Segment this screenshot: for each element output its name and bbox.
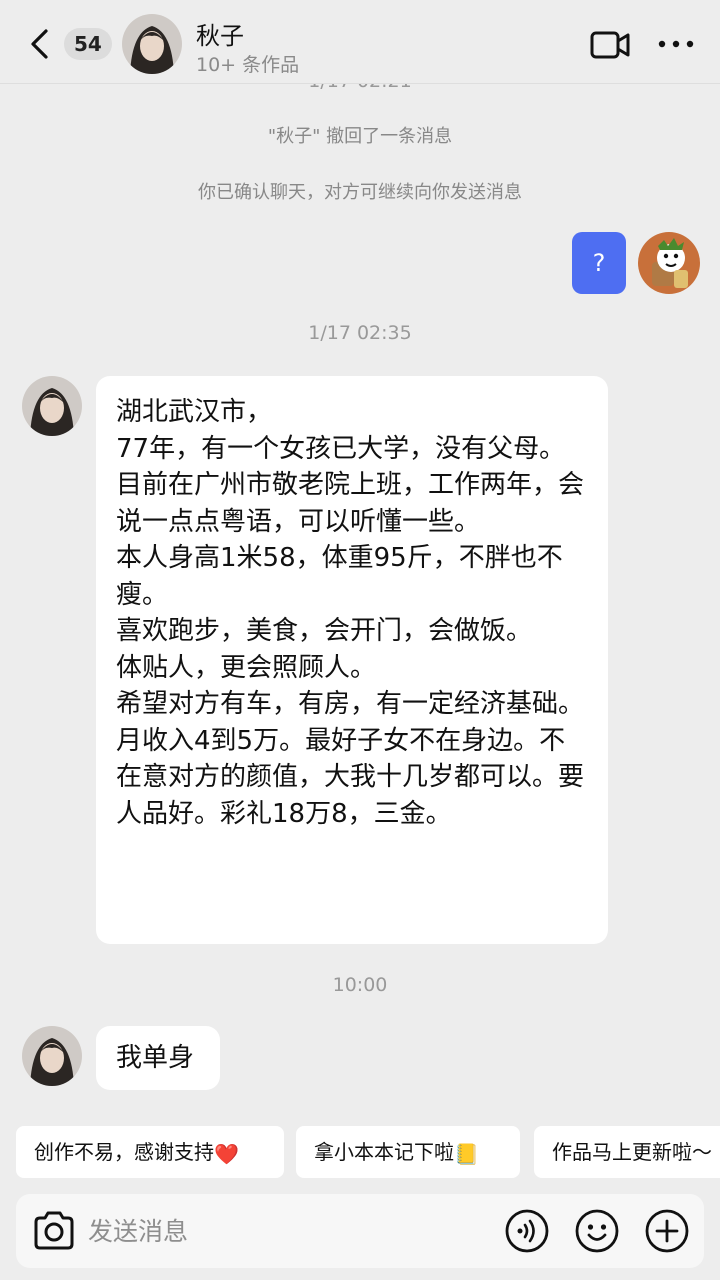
unread-count-badge[interactable]: 54 [64, 28, 112, 60]
message-line: 77年，有一个女孩已大学，没有父母。 [116, 433, 566, 464]
message-timestamp: 10:00 [332, 974, 388, 996]
received-message-bubble[interactable]: 湖北武汉市， 77年，有一个女孩已大学，没有父母。 目前在广州市敬老院上班，工作… [96, 376, 608, 944]
quick-reply-chip[interactable]: 作品马上更新啦～ [534, 1126, 720, 1178]
voice-icon[interactable] [504, 1208, 550, 1254]
heart-icon: ❤️ [214, 1141, 239, 1166]
message-line: 喜欢跑步，美食，会开门，会做饭。 [116, 616, 533, 646]
contact-works-count[interactable]: 10+ 条作品 [196, 50, 299, 77]
emoji-icon[interactable] [574, 1208, 620, 1254]
contact-name[interactable]: 秋子 [196, 16, 244, 51]
my-avatar[interactable] [638, 232, 700, 294]
quick-reply-label: 拿小本本记下啦 [314, 1140, 454, 1164]
message-input[interactable] [88, 1208, 488, 1254]
peer-avatar[interactable] [22, 376, 82, 436]
plus-icon[interactable] [644, 1208, 690, 1254]
quick-reply-row: 创作不易，感谢支持❤️ 拿小本本记下啦📒 作品马上更新啦～ [16, 1126, 720, 1180]
message-line: 目前在广州市敬老院上班，工作两年，会说一点点粤语，可以听懂一些。 [116, 470, 585, 537]
received-message-bubble[interactable]: 我单身 [96, 1026, 220, 1090]
quick-reply-chip[interactable]: 拿小本本记下啦📒 [296, 1126, 520, 1178]
message-input-bar [16, 1194, 704, 1268]
message-line: 体贴人，更会照顾人。 [116, 652, 377, 683]
video-call-icon[interactable] [590, 28, 630, 62]
back-icon[interactable] [22, 26, 58, 62]
message-line: 希望对方有车，有房，有一定经济基础。月收入4到5万。最好子女不在身边。不在意对方… [116, 689, 585, 829]
contact-avatar[interactable] [122, 14, 182, 74]
message-line: 本人身高1米58，体重95斤，不胖也不瘦。 [116, 543, 563, 610]
message-line: 湖北武汉市， [116, 397, 273, 427]
quick-reply-chip[interactable]: 创作不易，感谢支持❤️ [16, 1126, 284, 1178]
quick-reply-label: 作品马上更新啦～ [552, 1140, 712, 1164]
sent-message-bubble[interactable]: ? [572, 232, 626, 294]
chat-header: 54 秋子 10+ 条作品 [0, 0, 720, 84]
quick-reply-label: 创作不易，感谢支持 [34, 1140, 214, 1164]
camera-icon[interactable] [32, 1210, 76, 1252]
notebook-icon: 📒 [454, 1141, 479, 1166]
message-timestamp: 1/17 02:35 [308, 322, 412, 344]
confirm-chat-notice: 你已确认聊天，对方可继续向你发送消息 [198, 182, 522, 203]
recall-notice: "秋子" 撤回了一条消息 [267, 126, 453, 147]
peer-avatar[interactable] [22, 1026, 82, 1086]
more-icon[interactable] [656, 34, 696, 54]
